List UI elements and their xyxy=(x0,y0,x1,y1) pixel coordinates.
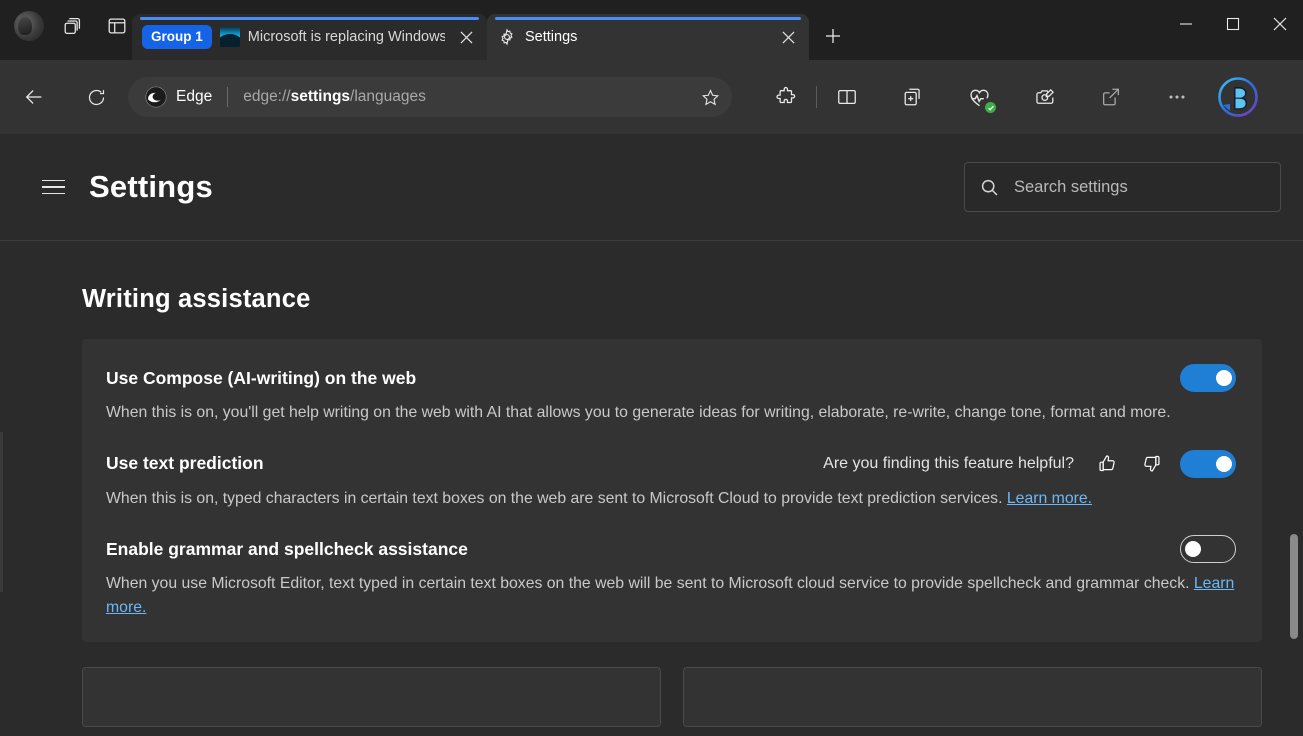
close-window-button[interactable] xyxy=(1256,0,1303,47)
close-icon[interactable] xyxy=(453,24,479,50)
status-badge xyxy=(985,102,996,113)
split-screen-icon[interactable] xyxy=(827,77,867,117)
setting-title: Use text prediction xyxy=(106,453,264,474)
window-controls xyxy=(1162,0,1303,60)
setting-row-grammar-spellcheck: Enable grammar and spellcheck assistance… xyxy=(106,532,1236,619)
maximize-button[interactable] xyxy=(1209,0,1256,47)
toolbar-divider xyxy=(816,86,817,108)
titlebar-left-controls xyxy=(0,0,132,60)
url-text: edge://settings/languages xyxy=(243,88,686,106)
setting-controls xyxy=(1180,535,1236,563)
close-icon[interactable] xyxy=(775,24,801,50)
tab-news[interactable]: Group 1 Microsoft is replacing Windows xyxy=(132,14,487,60)
news-favicon xyxy=(220,27,240,47)
settings-content: Writing assistance Use Compose (AI-writi… xyxy=(0,241,1303,736)
tab-settings[interactable]: Settings xyxy=(487,14,809,60)
edge-brand-label: Edge xyxy=(176,88,212,106)
profile-avatar[interactable] xyxy=(14,11,44,41)
new-tab-button[interactable] xyxy=(815,18,851,54)
search-input[interactable]: Search settings xyxy=(1014,178,1128,197)
copilot-icon[interactable] xyxy=(1217,76,1259,118)
lower-settings-cards xyxy=(82,667,1262,727)
setting-description: When this is on, typed characters in cer… xyxy=(106,487,1236,511)
lower-card-left[interactable] xyxy=(82,667,661,727)
search-icon xyxy=(979,177,1000,198)
setting-row-header: Use text prediction Are you finding this… xyxy=(106,447,1236,481)
more-options-icon[interactable] xyxy=(1157,77,1197,117)
description-text: When you use Microsoft Editor, text type… xyxy=(106,575,1189,592)
address-divider xyxy=(227,87,228,107)
workspaces-icon[interactable] xyxy=(58,11,88,41)
setting-controls xyxy=(1180,364,1236,392)
description-text: When this is on, typed characters in cer… xyxy=(106,490,1002,507)
tab-group-label[interactable]: Group 1 xyxy=(142,25,212,49)
title-bar: Group 1 Microsoft is replacing Windows S… xyxy=(0,0,1303,60)
setting-description: When you use Microsoft Editor, text type… xyxy=(106,572,1236,619)
learn-more-link[interactable]: Learn more. xyxy=(1007,490,1092,507)
compose-toggle[interactable] xyxy=(1180,364,1236,392)
setting-title: Enable grammar and spellcheck assistance xyxy=(106,539,468,560)
tab-actions-menu-icon[interactable] xyxy=(102,11,132,41)
setting-title: Use Compose (AI-writing) on the web xyxy=(106,368,416,389)
tab-top-indicator xyxy=(495,17,801,20)
browser-toolbar: Edge edge://settings/languages xyxy=(0,60,1303,134)
screenshot-icon[interactable] xyxy=(1025,77,1065,117)
page-title: Settings xyxy=(89,169,213,205)
section-heading: Writing assistance xyxy=(0,241,1303,314)
edge-logo-icon xyxy=(144,85,168,109)
setting-row-header: Enable grammar and spellcheck assistance xyxy=(106,532,1236,566)
url-suffix: /languages xyxy=(350,88,426,105)
setting-description: When this is on, you'll get help writing… xyxy=(106,401,1236,425)
tab-strip: Group 1 Microsoft is replacing Windows S… xyxy=(132,0,851,60)
share-icon[interactable] xyxy=(1091,77,1131,117)
setting-controls: Are you finding this feature helpful? xyxy=(823,449,1236,479)
minimize-button[interactable] xyxy=(1162,0,1209,47)
back-arrow-icon[interactable] xyxy=(14,77,54,117)
setting-row-compose: Use Compose (AI-writing) on the web When… xyxy=(106,361,1236,425)
grammar-spellcheck-toggle[interactable] xyxy=(1180,535,1236,563)
collections-icon[interactable] xyxy=(893,77,933,117)
url-prefix: edge:// xyxy=(243,88,290,105)
refresh-icon[interactable] xyxy=(76,77,116,117)
feedback-question: Are you finding this feature helpful? xyxy=(823,455,1074,473)
url-bold-segment: settings xyxy=(291,88,350,105)
left-edge-accent xyxy=(0,432,3,592)
setting-row-header: Use Compose (AI-writing) on the web xyxy=(106,361,1236,395)
setting-row-text-prediction: Use text prediction Are you finding this… xyxy=(106,447,1236,511)
text-prediction-toggle[interactable] xyxy=(1180,450,1236,478)
tab-title: Settings xyxy=(525,29,767,45)
lower-card-right[interactable] xyxy=(683,667,1262,727)
search-settings-box[interactable]: Search settings xyxy=(964,162,1281,212)
settings-page: Settings Search settings Writing assista… xyxy=(0,134,1303,736)
browser-essentials-icon[interactable] xyxy=(959,77,999,117)
hamburger-menu-icon[interactable] xyxy=(32,166,74,208)
writing-assistance-card: Use Compose (AI-writing) on the web When… xyxy=(82,339,1262,642)
tab-top-indicator xyxy=(140,17,479,20)
thumbs-up-icon[interactable] xyxy=(1092,449,1122,479)
scrollbar-thumb[interactable] xyxy=(1290,534,1298,639)
extensions-icon[interactable] xyxy=(766,77,806,117)
page-scrollbar[interactable] xyxy=(1289,242,1299,732)
star-icon[interactable] xyxy=(694,81,726,113)
settings-header: Settings Search settings xyxy=(0,134,1303,241)
thumbs-down-icon[interactable] xyxy=(1136,449,1166,479)
gear-icon xyxy=(497,27,517,47)
tab-title: Microsoft is replacing Windows xyxy=(248,29,445,45)
address-bar[interactable]: Edge edge://settings/languages xyxy=(128,77,732,117)
